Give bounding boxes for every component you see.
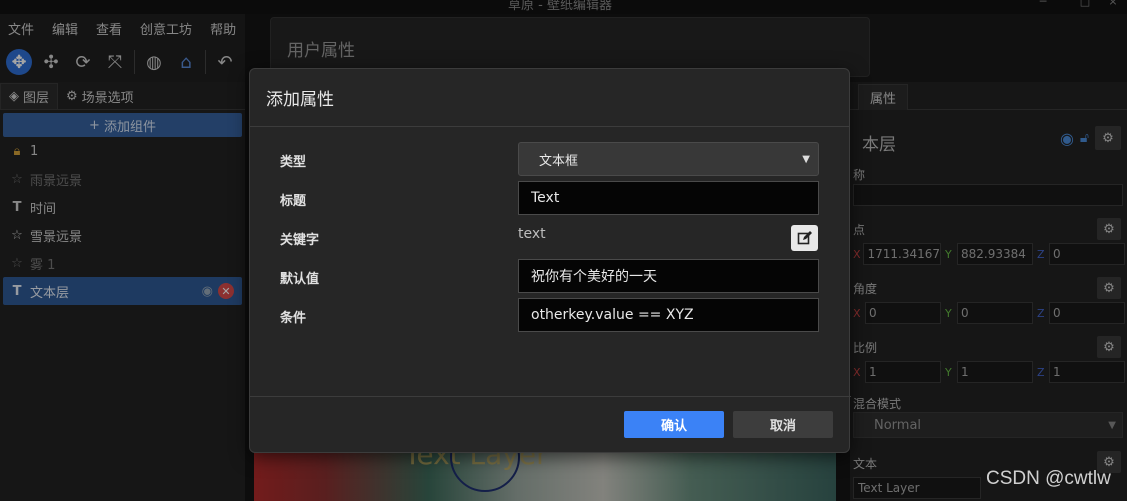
dialog-title: 添加属性 <box>266 90 334 110</box>
key-value: text <box>518 226 546 242</box>
dialog-header: 添加属性 <box>250 69 849 127</box>
dialog-divider <box>250 396 851 397</box>
condition-row: 条件 <box>250 298 851 332</box>
default-label: 默认值 <box>280 272 320 287</box>
title-label: 标题 <box>280 194 307 209</box>
type-row: 类型 文本框 ▼ <box>250 142 851 176</box>
key-row: 关键字 text <box>250 220 851 254</box>
cancel-button[interactable]: 取消 <box>733 411 833 438</box>
default-value-input[interactable] <box>518 259 819 293</box>
chevron-down-icon: ▼ <box>802 153 810 165</box>
condition-label: 条件 <box>280 311 307 326</box>
edit-icon <box>797 231 812 245</box>
type-label: 类型 <box>280 155 307 170</box>
confirm-button[interactable]: 确认 <box>624 411 724 438</box>
add-property-dialog: 添加属性 类型 文本框 ▼ 标题 关键字 text 默认值 条件 确认 取消 <box>249 68 851 453</box>
edit-key-button[interactable] <box>791 225 818 251</box>
default-row: 默认值 <box>250 259 851 293</box>
condition-input[interactable] <box>518 298 819 332</box>
type-select[interactable]: 文本框 ▼ <box>518 142 819 176</box>
title-input[interactable] <box>518 181 819 215</box>
title-row: 标题 <box>250 181 851 215</box>
watermark: CSDN @cwtlw <box>986 468 1111 489</box>
key-label: 关键字 <box>280 233 320 248</box>
type-value: 文本框 <box>539 153 579 169</box>
